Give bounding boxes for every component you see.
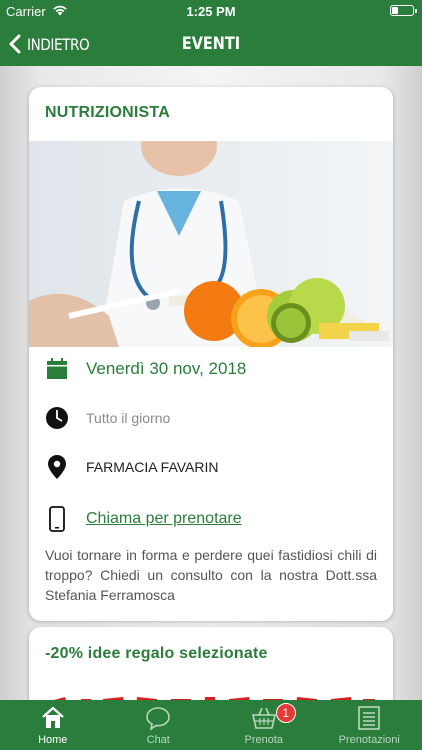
- battery-icon: [390, 5, 417, 16]
- event-date: Venerdì 30 nov, 2018: [86, 359, 247, 378]
- tab-label: Chat: [146, 734, 170, 746]
- tab-bar: Home Chat Prenota 1 Prenotazioni: [0, 700, 422, 750]
- tab-chat[interactable]: Chat: [106, 700, 212, 750]
- calendar-icon: [45, 357, 69, 381]
- event-image: [29, 141, 393, 347]
- event-title: -20% idee regalo selezionate: [45, 645, 268, 662]
- clock: 1:25 PM: [186, 4, 236, 19]
- event-time-row: Tutto il giorno: [45, 403, 377, 433]
- tab-label: Prenotazioni: [338, 734, 400, 746]
- tab-label: Home: [38, 734, 68, 746]
- event-description: Vuoi tornare in forma e perdere quei fas…: [45, 547, 377, 603]
- tab-label: Prenota: [244, 734, 284, 746]
- status-bar: Carrier 1:25 PM: [0, 0, 422, 22]
- basket-icon: [251, 707, 276, 729]
- chat-icon: [146, 707, 171, 731]
- event-place-row: FARMACIA FAVARIN: [45, 452, 377, 482]
- tab-home[interactable]: Home: [0, 700, 106, 750]
- phone-icon: [45, 506, 69, 532]
- navigation-bar: INDIETRO EVENTI: [0, 22, 422, 66]
- home-icon: [42, 706, 64, 728]
- event-place: FARMACIA FAVARIN: [86, 459, 219, 475]
- chevron-left-icon: [9, 34, 21, 54]
- tab-prenotazioni[interactable]: Prenotazioni: [317, 700, 422, 750]
- event-card[interactable]: NUTRIZIONISTA Venerdì 30 nov, 2018 Tutto…: [29, 87, 393, 621]
- tab-prenota[interactable]: Prenota 1: [211, 700, 317, 750]
- promo-banner-image: [53, 697, 375, 700]
- event-date-row: Venerdì 30 nov, 2018: [45, 354, 377, 384]
- list-icon: [358, 706, 381, 730]
- event-card[interactable]: -20% idee regalo selezionate: [29, 627, 393, 700]
- map-pin-icon: [45, 455, 69, 479]
- page-title: EVENTI: [181, 34, 241, 54]
- call-to-book-link[interactable]: Chiama per prenotare: [86, 510, 242, 528]
- event-title: NUTRIZIONISTA: [45, 104, 170, 121]
- call-row[interactable]: Chiama per prenotare: [45, 504, 377, 534]
- events-list[interactable]: NUTRIZIONISTA Venerdì 30 nov, 2018 Tutto…: [0, 66, 422, 700]
- event-time: Tutto il giorno: [86, 410, 171, 426]
- cart-badge: 1: [275, 703, 296, 723]
- clock-icon: [45, 406, 69, 430]
